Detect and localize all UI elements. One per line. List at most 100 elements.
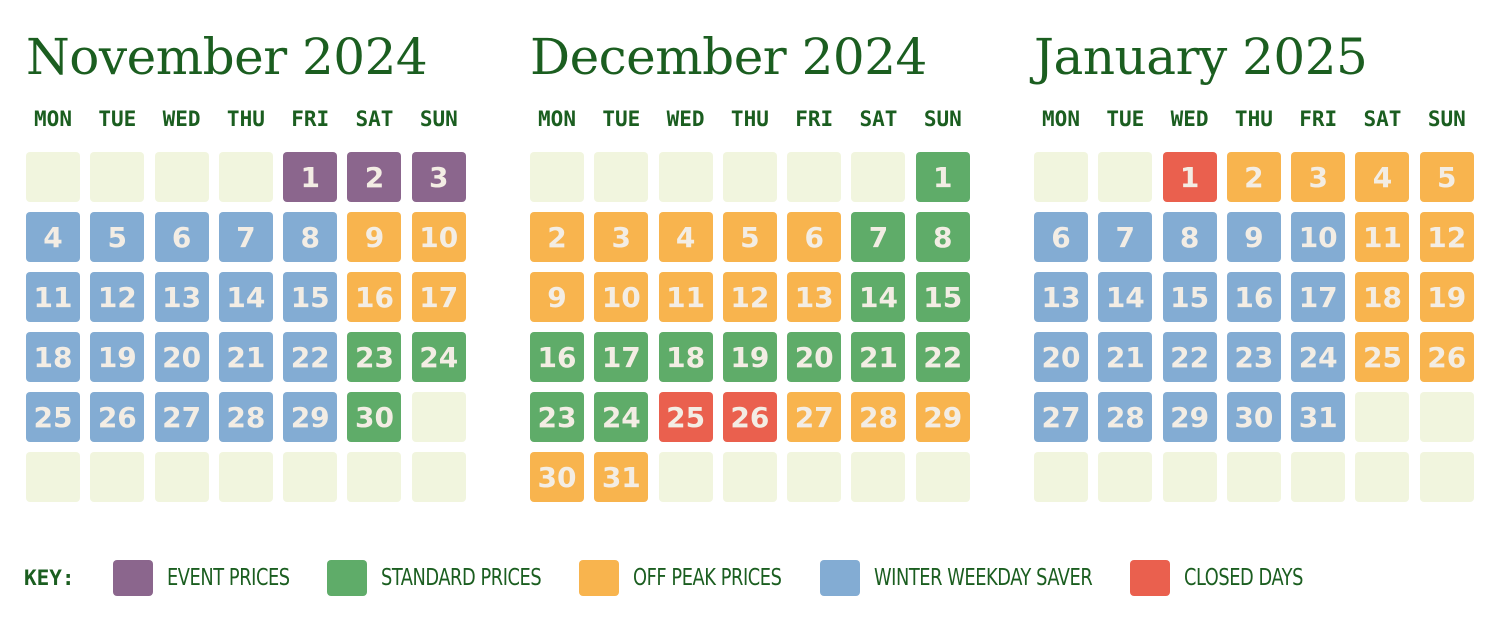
- day-cell-offpeak[interactable]: 4: [658, 212, 713, 262]
- day-cell-offpeak[interactable]: 5: [722, 212, 777, 262]
- day-cell-offpeak[interactable]: 13: [787, 272, 842, 322]
- day-cell-saver[interactable]: 14: [1098, 272, 1153, 322]
- day-cell-saver[interactable]: 11: [26, 272, 80, 322]
- day-cell-saver[interactable]: 9: [1226, 212, 1281, 262]
- day-cell-offpeak[interactable]: 2: [1226, 152, 1281, 202]
- day-cell-offpeak[interactable]: 2: [530, 212, 584, 262]
- day-cell-saver[interactable]: 16: [1226, 272, 1281, 322]
- day-cell-standard[interactable]: 20: [787, 332, 842, 382]
- day-cell-offpeak[interactable]: 11: [658, 272, 713, 322]
- day-cell-standard[interactable]: 1: [915, 152, 970, 202]
- day-cell-offpeak[interactable]: 30: [530, 452, 584, 502]
- day-cell-saver[interactable]: 24: [1291, 332, 1346, 382]
- day-cell-saver[interactable]: 22: [283, 332, 338, 382]
- day-cell-standard[interactable]: 21: [851, 332, 906, 382]
- day-cell-saver[interactable]: 29: [1162, 392, 1217, 442]
- day-cell-saver[interactable]: 22: [1162, 332, 1217, 382]
- day-cell-offpeak[interactable]: 3: [1291, 152, 1346, 202]
- day-cell-offpeak[interactable]: 18: [1355, 272, 1410, 322]
- day-cell-offpeak[interactable]: 6: [787, 212, 842, 262]
- day-cell-saver[interactable]: 29: [283, 392, 338, 442]
- day-cell-offpeak[interactable]: 3: [594, 212, 649, 262]
- day-cell-standard[interactable]: 23: [347, 332, 402, 382]
- day-cell-offpeak[interactable]: 31: [594, 452, 649, 502]
- day-cell-saver[interactable]: 28: [1098, 392, 1153, 442]
- day-cell-standard[interactable]: 19: [722, 332, 777, 382]
- day-cell-offpeak[interactable]: 26: [1419, 332, 1474, 382]
- day-cell-offpeak[interactable]: 12: [1419, 212, 1474, 262]
- day-cell-saver[interactable]: 7: [218, 212, 273, 262]
- day-cell-closed[interactable]: 1: [1162, 152, 1217, 202]
- day-cell-offpeak[interactable]: 29: [915, 392, 970, 442]
- day-cell-saver[interactable]: 27: [1034, 392, 1088, 442]
- day-cell-saver[interactable]: 15: [283, 272, 338, 322]
- day-cell-saver[interactable]: 23: [1226, 332, 1281, 382]
- day-cell-saver[interactable]: 6: [154, 212, 209, 262]
- day-cell-offpeak[interactable]: 19: [1419, 272, 1474, 322]
- day-cell-saver[interactable]: 28: [218, 392, 273, 442]
- day-cell-event[interactable]: 3: [411, 152, 466, 202]
- day-cell-offpeak[interactable]: 10: [411, 212, 466, 262]
- day-cell-standard[interactable]: 15: [915, 272, 970, 322]
- day-cell-saver[interactable]: 10: [1291, 212, 1346, 262]
- day-cell-closed[interactable]: 26: [722, 392, 777, 442]
- day-cell-event[interactable]: 1: [283, 152, 338, 202]
- key-label: CLOSED DAYS: [1184, 565, 1304, 591]
- day-cell-saver[interactable]: 6: [1034, 212, 1088, 262]
- day-cell-offpeak[interactable]: 12: [722, 272, 777, 322]
- day-grid: 1 2 3 4 5 6 7 8 9 10 11 12 13 14 15 16 17 18 19 20 21 22 23 24 2…: [1034, 152, 1474, 502]
- day-cell-saver[interactable]: 15: [1162, 272, 1217, 322]
- day-cell-saver[interactable]: 27: [154, 392, 209, 442]
- day-cell-saver[interactable]: 20: [1034, 332, 1088, 382]
- day-cell-saver[interactable]: 13: [154, 272, 209, 322]
- empty-day-cell: [218, 452, 273, 502]
- day-cell-offpeak[interactable]: 17: [411, 272, 466, 322]
- day-cell-offpeak[interactable]: 27: [787, 392, 842, 442]
- day-cell-offpeak[interactable]: 25: [1355, 332, 1410, 382]
- day-cell-saver[interactable]: 26: [90, 392, 145, 442]
- day-cell-saver[interactable]: 17: [1291, 272, 1346, 322]
- weekday-label-thu: THU: [1234, 107, 1273, 131]
- day-cell-offpeak[interactable]: 9: [347, 212, 402, 262]
- day-cell-standard[interactable]: 24: [411, 332, 466, 382]
- day-cell-saver[interactable]: 5: [90, 212, 145, 262]
- day-cell-standard[interactable]: 22: [915, 332, 970, 382]
- day-cell-offpeak[interactable]: 16: [347, 272, 402, 322]
- day-cell-standard[interactable]: 14: [851, 272, 906, 322]
- day-cell-saver[interactable]: 19: [90, 332, 145, 382]
- day-cell-saver[interactable]: 8: [1162, 212, 1217, 262]
- day-cell-standard[interactable]: 16: [530, 332, 584, 382]
- day-cell-offpeak[interactable]: 28: [851, 392, 906, 442]
- day-cell-event[interactable]: 2: [347, 152, 402, 202]
- day-cell-saver[interactable]: 14: [218, 272, 273, 322]
- day-cell-standard[interactable]: 24: [594, 392, 649, 442]
- day-cell-saver[interactable]: 30: [1226, 392, 1281, 442]
- day-cell-saver[interactable]: 21: [218, 332, 273, 382]
- day-cell-standard[interactable]: 17: [594, 332, 649, 382]
- day-cell-closed[interactable]: 25: [658, 392, 713, 442]
- day-cell-standard[interactable]: 8: [915, 212, 970, 262]
- day-cell-offpeak[interactable]: 11: [1355, 212, 1410, 262]
- weekday-label-mon: MON: [538, 107, 576, 131]
- day-cell-saver[interactable]: 7: [1098, 212, 1153, 262]
- day-cell-saver[interactable]: 13: [1034, 272, 1088, 322]
- day-cell-saver[interactable]: 21: [1098, 332, 1153, 382]
- empty-day-cell: [1226, 452, 1281, 502]
- day-cell-saver[interactable]: 31: [1291, 392, 1346, 442]
- day-cell-standard[interactable]: 7: [851, 212, 906, 262]
- day-cell-saver[interactable]: 4: [26, 212, 80, 262]
- day-cell-standard[interactable]: 30: [347, 392, 402, 442]
- day-cell-standard[interactable]: 23: [530, 392, 584, 442]
- day-cell-offpeak[interactable]: 5: [1419, 152, 1474, 202]
- weekday-label-fri: FRI: [291, 107, 330, 131]
- day-cell-saver[interactable]: 20: [154, 332, 209, 382]
- day-cell-offpeak[interactable]: 10: [594, 272, 649, 322]
- day-cell-saver[interactable]: 18: [26, 332, 80, 382]
- day-cell-offpeak[interactable]: 9: [530, 272, 584, 322]
- day-cell-saver[interactable]: 8: [283, 212, 338, 262]
- day-cell-offpeak[interactable]: 4: [1355, 152, 1410, 202]
- day-cell-saver[interactable]: 12: [90, 272, 145, 322]
- day-cell-standard[interactable]: 18: [658, 332, 713, 382]
- key-swatch: [1130, 560, 1171, 596]
- day-cell-saver[interactable]: 25: [26, 392, 80, 442]
